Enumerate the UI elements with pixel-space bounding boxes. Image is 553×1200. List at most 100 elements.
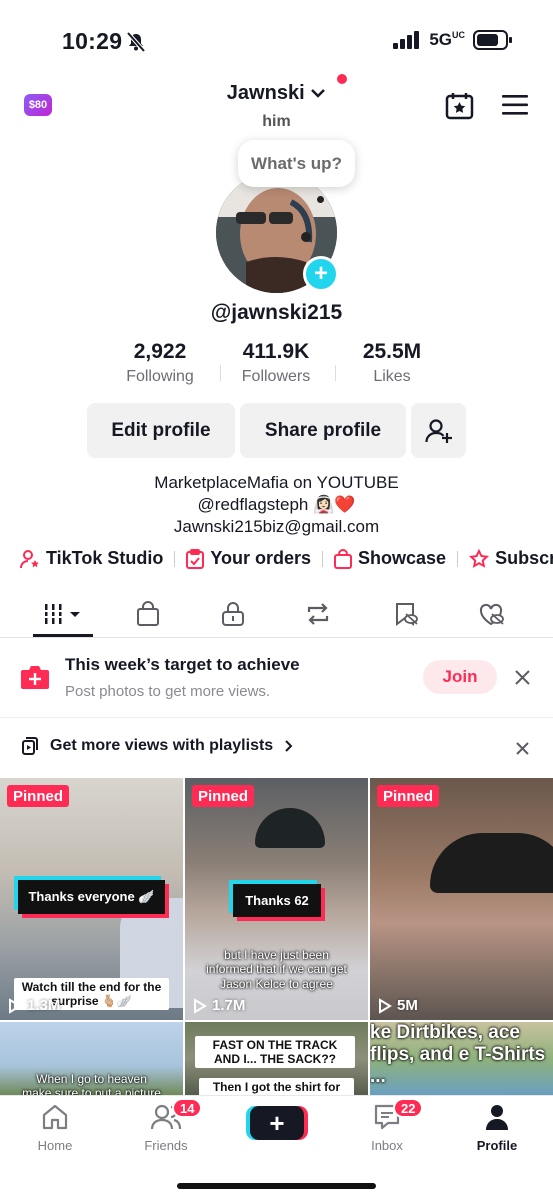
close-icon[interactable] bbox=[515, 670, 530, 685]
chevron-right-icon bbox=[285, 740, 293, 752]
link-label: Your orders bbox=[210, 548, 312, 568]
chevron-down-icon bbox=[311, 89, 326, 98]
nav-label: Inbox bbox=[371, 1138, 403, 1153]
nav-label: Profile bbox=[476, 1138, 518, 1153]
pinned-badge: Pinned bbox=[377, 785, 440, 807]
bio-line: @redflagsteph 👰🏻‍♀️❤️ bbox=[197, 495, 356, 514]
add-friend-button[interactable] bbox=[411, 403, 466, 458]
camera-plus-icon bbox=[21, 666, 49, 689]
nav-label: Friends bbox=[144, 1138, 188, 1153]
battery-icon bbox=[473, 30, 512, 50]
bio-email[interactable]: Jawnski215biz@gmail.com bbox=[0, 517, 553, 537]
profile-person-icon bbox=[486, 1105, 508, 1130]
edit-profile-button[interactable]: Edit profile bbox=[87, 403, 235, 458]
stat-value: 2,922 bbox=[133, 340, 187, 363]
stat-divider bbox=[220, 365, 221, 381]
pinned-badge: Pinned bbox=[7, 785, 70, 807]
bio-line: MarketplaceMafia on YOUTUBE bbox=[154, 473, 399, 492]
grid-dropdown-icon bbox=[45, 604, 80, 624]
bookmark-hidden-icon bbox=[396, 603, 418, 626]
add-story-button[interactable]: + bbox=[303, 256, 339, 292]
stat-label: Following bbox=[126, 368, 194, 385]
view-count: 1.3M bbox=[8, 997, 60, 1014]
play-icon bbox=[379, 997, 392, 1014]
video-overlay-text: ke Dirtbikes, ace flips, and e T-Shirts … bbox=[370, 1022, 546, 1087]
close-icon[interactable] bbox=[516, 742, 529, 755]
stat-followers[interactable]: 411.9K Followers bbox=[226, 340, 326, 386]
tab-favorites[interactable] bbox=[376, 594, 436, 634]
shopping-bag-icon bbox=[334, 548, 353, 569]
view-count-value: 1.3M bbox=[27, 997, 61, 1014]
playlist-text: Get more views with playlists bbox=[50, 737, 274, 754]
nav-home[interactable]: Home bbox=[10, 1103, 100, 1153]
notification-dot bbox=[337, 74, 347, 84]
tab-shop[interactable] bbox=[118, 594, 178, 634]
lock-icon bbox=[222, 602, 244, 626]
tab-liked[interactable] bbox=[461, 594, 521, 634]
video-overlay-text: but I have just been informed that if we… bbox=[206, 948, 347, 991]
link-your-orders[interactable]: Your orders bbox=[186, 548, 311, 569]
link-label: TikTok Studio bbox=[46, 548, 164, 568]
view-count: 1.7M bbox=[193, 997, 245, 1014]
video-thumbnail[interactable]: FAST ON THE TRACK AND I... THE SACK?? Th… bbox=[185, 1022, 368, 1095]
stat-divider bbox=[335, 365, 336, 381]
share-profile-button[interactable]: Share profile bbox=[240, 403, 406, 458]
link-label: Subscrip bbox=[495, 548, 553, 568]
divider bbox=[457, 550, 459, 567]
heart-hidden-icon bbox=[479, 603, 504, 626]
studio-person-icon bbox=[20, 549, 39, 568]
nav-label: Home bbox=[37, 1138, 73, 1153]
divider bbox=[174, 550, 176, 567]
playlist-banner[interactable]: Get more views with playlists bbox=[22, 737, 293, 755]
subscription-star-icon bbox=[469, 548, 490, 568]
stat-value: 25.5M bbox=[362, 340, 422, 363]
status-right: 5GUC bbox=[393, 30, 513, 50]
shopping-bag-icon bbox=[137, 601, 159, 626]
view-count-value: 1.7M bbox=[212, 997, 246, 1014]
divider bbox=[322, 550, 324, 567]
tab-private[interactable] bbox=[203, 594, 263, 634]
stat-likes[interactable]: 25.5M Likes bbox=[342, 340, 442, 386]
video-top-caption: FAST ON THE TRACK AND I... THE SACK?? bbox=[195, 1036, 355, 1068]
repost-icon bbox=[307, 603, 329, 625]
signal-icon bbox=[393, 31, 420, 49]
tab-videos[interactable] bbox=[33, 594, 93, 634]
target-subtitle: Post photos to get more views. bbox=[65, 683, 271, 700]
join-button[interactable]: Join bbox=[423, 660, 497, 694]
pinned-badge: Pinned bbox=[192, 785, 255, 807]
link-label: Showcase bbox=[358, 548, 447, 568]
quick-links: TikTok Studio Your orders Showcase Subsc… bbox=[20, 548, 553, 569]
link-tiktok-studio[interactable]: TikTok Studio bbox=[20, 548, 163, 569]
video-thumbnail[interactable]: Pinned Thanks everyone 🪽 Watch till the … bbox=[0, 778, 183, 1020]
play-icon bbox=[194, 997, 207, 1014]
calendar-star-icon[interactable] bbox=[445, 91, 474, 120]
video-thumbnail[interactable]: Pinned Thanks 62 but I have just been in… bbox=[185, 778, 368, 1020]
video-thumbnail[interactable]: ke Dirtbikes, ace flips, and e T-Shirts … bbox=[370, 1022, 553, 1095]
thumb-cap bbox=[430, 833, 553, 893]
video-thumbnail[interactable]: When I go to heaven make sure to put a p… bbox=[0, 1022, 183, 1095]
video-caption: Thanks everyone 🪽 bbox=[18, 880, 165, 914]
home-icon bbox=[42, 1104, 68, 1130]
status-time: 10:29 bbox=[62, 28, 123, 54]
nav-profile[interactable]: Profile bbox=[452, 1103, 542, 1153]
add-person-icon bbox=[424, 418, 452, 443]
thumb-beanie bbox=[255, 808, 325, 848]
network-type: 5GUC bbox=[429, 30, 465, 49]
link-subscription[interactable]: Subscrip bbox=[469, 548, 553, 569]
active-tab-indicator bbox=[33, 634, 93, 637]
stat-following[interactable]: 2,922 Following bbox=[110, 340, 210, 386]
home-indicator bbox=[177, 1183, 376, 1189]
menu-icon[interactable] bbox=[502, 94, 528, 116]
play-icon bbox=[9, 997, 22, 1014]
tab-reposts[interactable] bbox=[288, 594, 348, 634]
target-title: This week’s target to achieve bbox=[65, 655, 300, 674]
link-showcase[interactable]: Showcase bbox=[334, 548, 446, 569]
note-bubble[interactable]: What's up? bbox=[238, 140, 355, 187]
video-thumbnail[interactable]: Pinned 5M bbox=[370, 778, 553, 1020]
bubble-tail-dot bbox=[317, 196, 324, 203]
view-count: 5M bbox=[378, 997, 418, 1014]
silent-bell-icon bbox=[126, 31, 146, 53]
stat-label: Likes bbox=[373, 368, 411, 385]
video-caption: Thanks 62 bbox=[233, 884, 321, 917]
create-button[interactable]: + bbox=[250, 1106, 304, 1140]
